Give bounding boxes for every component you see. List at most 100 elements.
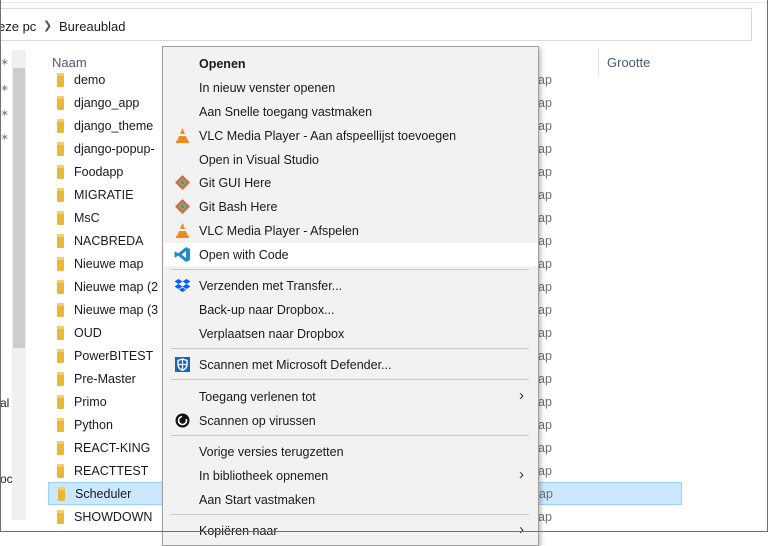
file-type: ap — [538, 257, 552, 271]
menu-separator — [171, 379, 529, 380]
column-size-header[interactable]: Grootte — [607, 55, 650, 70]
menu-item-open-new-window[interactable]: In nieuw venster openen — [164, 76, 538, 99]
menu-label: Openen — [199, 57, 246, 71]
menu-label: Toegang verlenen tot — [199, 390, 316, 404]
menu-label: Scannen met Microsoft Defender... — [199, 358, 392, 372]
menu-label: Vorige versies terugzetten — [199, 445, 344, 459]
menu-item-move-dropbox[interactable]: Verplaatsen naar Dropbox — [164, 322, 538, 345]
menu-item-copy-to[interactable]: Kopiëren naar › — [164, 519, 538, 542]
folder-icon — [57, 418, 64, 432]
antivirus-icon — [175, 413, 190, 428]
address-bar[interactable]: eze pc ❯ Bureaublad — [0, 8, 752, 41]
submenu-chevron-icon: › — [519, 521, 524, 538]
file-name: SHOWDOWN — [74, 510, 153, 524]
menu-label: Scannen op virussen — [199, 414, 316, 428]
context-menu: Openen In nieuw venster openen Aan Snell… — [162, 46, 539, 546]
menu-label: Aan Snelle toegang vastmaken — [199, 105, 373, 119]
menu-item-vlc-add-playlist[interactable]: VLC Media Player - Aan afspeellijst toev… — [164, 124, 538, 147]
menu-label: Verplaatsen naar Dropbox — [199, 327, 345, 341]
folder-icon — [57, 464, 64, 478]
file-name: Python — [74, 418, 113, 432]
file-name: Nieuwe map (2 — [74, 280, 159, 294]
pin-icon: ✶ — [0, 57, 10, 69]
pin-icon: ✶ — [0, 108, 10, 120]
file-type: ap — [538, 372, 552, 386]
nav-item-fragment[interactable]: al — [0, 396, 9, 410]
folder-icon — [57, 257, 64, 271]
folder-icon — [58, 487, 65, 501]
menu-separator — [171, 514, 529, 515]
menu-item-give-access[interactable]: Toegang verlenen tot › — [164, 385, 538, 408]
menu-item-open[interactable]: Openen — [164, 52, 538, 75]
folder-icon — [57, 510, 64, 524]
vlc-icon — [176, 223, 189, 238]
menu-item-pin-quick-access[interactable]: Aan Snelle toegang vastmaken — [164, 100, 538, 123]
file-name: django-popup- — [74, 142, 155, 156]
menu-separator — [171, 435, 529, 436]
menu-item-virus-scan[interactable]: Scannen op virussen — [164, 409, 538, 432]
folder-icon — [57, 395, 64, 409]
menu-item-restore-previous[interactable]: Vorige versies terugzetten — [164, 440, 538, 463]
file-name: Pre-Master — [74, 372, 136, 386]
file-type: ap — [538, 211, 552, 225]
file-type: ap — [538, 96, 552, 110]
menu-item-vlc-play[interactable]: VLC Media Player - Afspelen — [164, 219, 538, 242]
menu-item-open-visual-studio[interactable]: Open in Visual Studio — [164, 148, 538, 171]
menu-separator — [171, 269, 529, 270]
file-name: django_app — [74, 96, 140, 110]
menu-item-git-gui[interactable]: Git GUI Here — [164, 171, 538, 194]
menu-item-include-library[interactable]: In bibliotheek opnemen › — [164, 464, 538, 487]
menu-item-pin-start[interactable]: Aan Start vastmaken — [164, 488, 538, 511]
file-type: ap — [538, 441, 552, 455]
folder-icon — [57, 280, 64, 294]
menu-item-open-with-code[interactable]: Open with Code — [164, 243, 538, 266]
menu-label: Git Bash Here — [199, 200, 278, 214]
file-name: Scheduler — [75, 487, 132, 501]
menu-item-defender-scan[interactable]: Scannen met Microsoft Defender... — [164, 353, 538, 376]
folder-icon — [57, 96, 64, 110]
git-bash-icon — [175, 199, 190, 214]
file-type: ap — [538, 280, 552, 294]
file-name: MIGRATIE — [74, 188, 134, 202]
menu-label: Verzenden met Transfer... — [199, 279, 343, 293]
file-name: PowerBITEST — [74, 349, 154, 363]
pin-icon: ✶ — [0, 83, 10, 95]
menu-label: Open with Code — [199, 248, 289, 262]
file-name: MsC — [74, 211, 100, 225]
file-name: Nieuwe map (3 — [74, 303, 159, 317]
menu-label: VLC Media Player - Afspelen — [199, 224, 359, 238]
menu-label: Open in Visual Studio — [199, 153, 319, 167]
file-name: REACT-KING — [74, 441, 151, 455]
vscode-icon — [174, 247, 190, 262]
menu-separator — [171, 348, 529, 349]
menu-label: Git GUI Here — [199, 176, 272, 190]
menu-label: Back-up naar Dropbox... — [199, 303, 335, 317]
file-type: ap — [538, 142, 552, 156]
file-name: Foodapp — [74, 165, 124, 179]
file-type: ap — [538, 234, 552, 248]
menu-label: In bibliotheek opnemen — [199, 469, 329, 483]
file-name: Primo — [74, 395, 107, 409]
menu-label: In nieuw venster openen — [199, 81, 336, 95]
file-name: NACBREDA — [74, 234, 144, 248]
file-name: OUD — [74, 326, 102, 340]
file-name: django_theme — [74, 119, 154, 133]
file-type: ap — [538, 349, 552, 363]
breadcrumb-desktop[interactable]: Bureaublad — [59, 19, 126, 34]
folder-icon — [57, 165, 64, 179]
menu-item-git-bash[interactable]: Git Bash Here — [164, 195, 538, 218]
defender-shield-icon — [175, 357, 190, 372]
file-name: demo — [74, 73, 106, 87]
file-type: ap — [538, 395, 552, 409]
breadcrumb-this-pc[interactable]: eze pc — [0, 19, 36, 34]
file-type: ap — [539, 487, 553, 501]
breadcrumb-chevron-icon: ❯ — [43, 20, 53, 32]
menu-item-transfer[interactable]: Verzenden met Transfer... — [164, 274, 538, 297]
column-name-header[interactable]: Naam — [52, 55, 87, 70]
menu-item-backup-dropbox[interactable]: Back-up naar Dropbox... — [164, 298, 538, 321]
folder-icon — [57, 73, 64, 87]
nav-scrollbar-thumb[interactable] — [13, 68, 25, 348]
nav-item-fragment[interactable]: oc — [0, 472, 13, 486]
file-type: ap — [538, 418, 552, 432]
file-type: ap — [538, 119, 552, 133]
